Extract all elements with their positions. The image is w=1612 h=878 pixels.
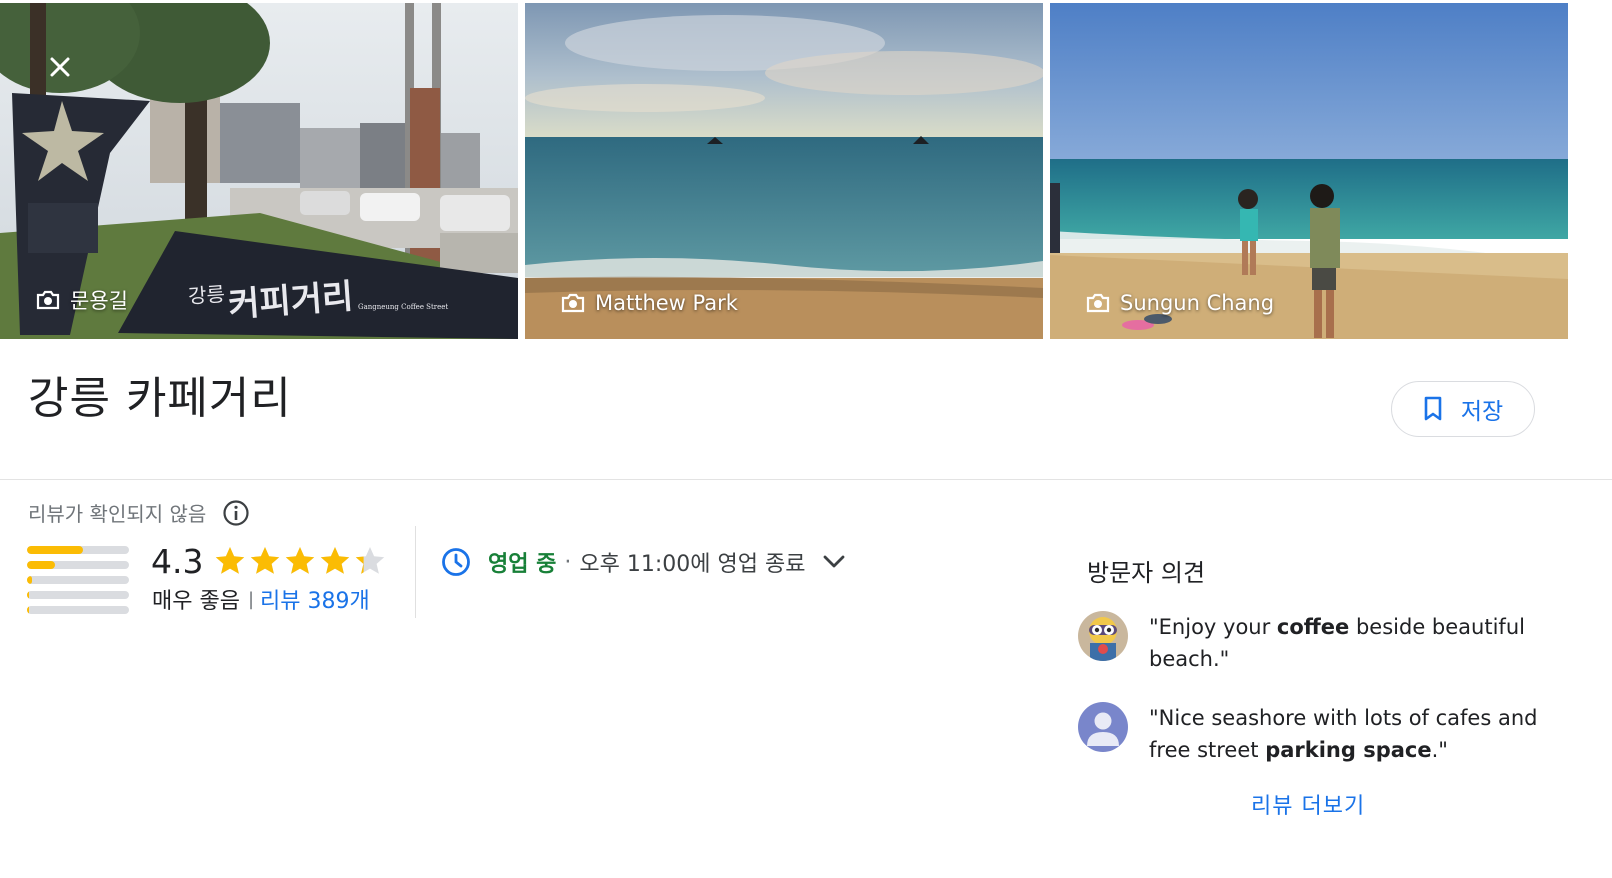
sign-main-text: 커피거리	[227, 276, 355, 326]
photo-credit: 문용길	[36, 285, 128, 315]
more-reviews-link[interactable]: 리뷰 더보기	[1251, 788, 1365, 820]
unverified-reviews-note: 리뷰가 확인되지 않음	[28, 498, 250, 527]
review-count-link[interactable]: 리뷰 389개	[260, 583, 370, 615]
photo-credit-name: 문용길	[70, 289, 128, 313]
rating-bar-fill	[27, 576, 33, 584]
close-icon	[50, 57, 70, 77]
bookmark-icon	[1424, 396, 1442, 421]
save-button-label: 저장	[1460, 399, 1504, 425]
star-icon	[355, 547, 385, 574]
photo-image	[1050, 3, 1568, 339]
review-text-part: ."	[1431, 738, 1448, 762]
rating-bar-5-star	[27, 546, 129, 554]
vertical-divider	[415, 526, 416, 618]
section-divider	[0, 479, 1612, 480]
review-text: "Enjoy your coffee beside beautiful beac…	[1149, 611, 1548, 675]
clock-icon	[442, 548, 470, 576]
rating-bar-fill	[27, 561, 55, 569]
rating-bar-2-star	[27, 591, 129, 599]
review-highlight: coffee	[1276, 615, 1350, 639]
avatar	[1078, 702, 1128, 752]
sign-sub-text: Gangneung Coffee Street	[358, 303, 449, 311]
opening-hours[interactable]: 영업 중 · 오후 11:00에 영업 종료	[440, 546, 847, 578]
rating-stars	[214, 545, 386, 577]
photo-credit-name: Sungun Chang	[1120, 291, 1275, 315]
avatar	[1078, 611, 1128, 661]
star-icon	[285, 547, 315, 574]
closing-time: 오후 11:00에 영업 종료	[579, 552, 806, 577]
info-icon[interactable]	[222, 499, 250, 527]
photo-credit: Sungun Chang	[1086, 291, 1274, 315]
review-snippet[interactable]: "Nice seashore with lots of cafes and fr…	[1078, 702, 1548, 766]
place-title: 강릉 카페거리	[28, 373, 292, 424]
photo-beach-sunset[interactable]: Matthew Park	[525, 3, 1043, 339]
star-icon	[320, 547, 350, 574]
sign-prefix-text: 강릉	[187, 281, 226, 309]
camera-icon	[1086, 293, 1110, 313]
open-status: 영업 중	[488, 552, 557, 577]
photo-beach-children[interactable]: Sungun Chang	[1050, 3, 1568, 339]
rating-score: 4.3	[151, 542, 204, 581]
unverified-label: 리뷰가 확인되지 않음	[28, 502, 207, 526]
visitor-opinions-title: 방문자 의견	[1087, 559, 1206, 587]
photo-credit-name: Matthew Park	[595, 291, 738, 315]
camera-icon	[561, 293, 585, 313]
star-icon	[250, 547, 280, 574]
rating-separator: |	[247, 588, 255, 610]
review-highlight: parking space	[1265, 738, 1432, 762]
rating-bar-fill	[27, 546, 84, 554]
rating-descriptor: 매우 좋음	[152, 589, 240, 614]
review-text: "Nice seashore with lots of cafes and fr…	[1149, 702, 1548, 766]
close-button[interactable]	[42, 49, 78, 85]
save-button[interactable]: 저장	[1391, 381, 1535, 437]
star-icon	[215, 547, 245, 574]
rating-bar-fill	[27, 606, 30, 614]
rating-bar-4-star	[27, 561, 129, 569]
photo-image	[525, 3, 1043, 339]
rating-bar-3-star	[27, 576, 129, 584]
hours-separator: ·	[564, 549, 572, 575]
rating-distribution	[27, 546, 129, 621]
review-text-part: "Enjoy your	[1149, 615, 1277, 639]
photo-credit: Matthew Park	[561, 291, 738, 315]
rating-bar-fill	[27, 591, 30, 599]
review-snippet[interactable]: "Enjoy your coffee beside beautiful beac…	[1078, 611, 1548, 675]
chevron-down-icon	[824, 555, 845, 568]
rating-bar-1-star	[27, 606, 129, 614]
rating-summary: 매우 좋음 | 리뷰 389개	[152, 583, 370, 615]
camera-icon	[36, 290, 60, 310]
photo-cafe-street-sign[interactable]: 강릉 커피거리 Gangneung Coffee Street 문용길	[0, 3, 518, 339]
